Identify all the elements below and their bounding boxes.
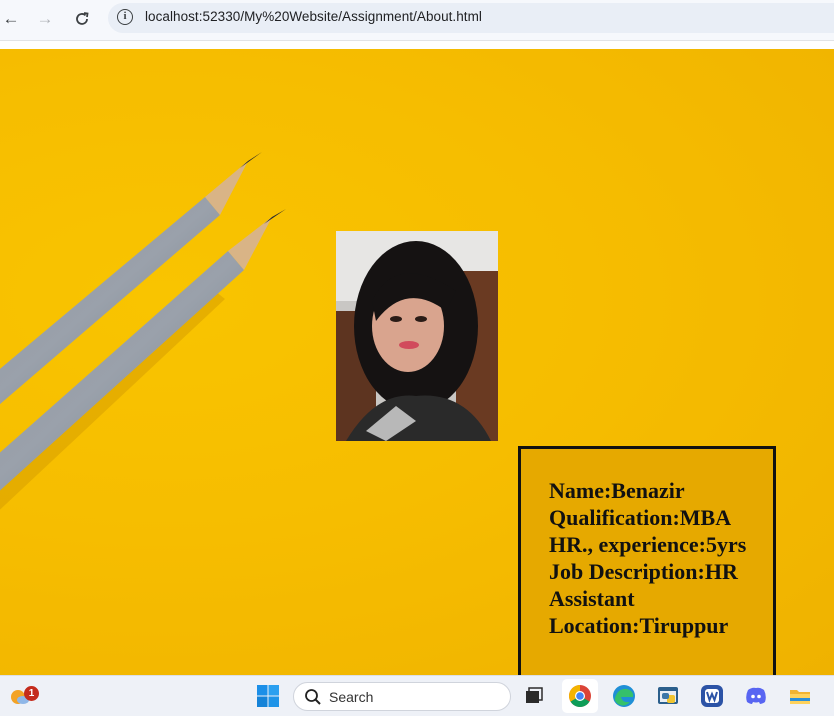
profile-photo (336, 231, 498, 441)
edge-icon (613, 685, 635, 707)
taskbar-search[interactable]: Search (293, 682, 511, 711)
reload-icon (76, 12, 89, 25)
chrome-icon (569, 685, 591, 707)
browser-toolbar: ← → i localhost:52330/My%20Website/Assig… (0, 0, 834, 41)
search-icon (305, 689, 321, 705)
python-idle-icon (658, 687, 678, 704)
discord-icon (746, 687, 766, 704)
edge-button[interactable] (610, 682, 638, 710)
url-text: localhost:52330/My%20Website/Assignment/… (145, 9, 482, 24)
file-explorer-icon (790, 690, 810, 704)
start-button[interactable] (254, 682, 282, 710)
arrow-left-icon: ← (2, 9, 20, 28)
taskbar: 1 Search (0, 675, 834, 716)
address-bar[interactable]: i localhost:52330/My%20Website/Assignmen… (108, 3, 834, 33)
pencils-illustration (0, 152, 286, 510)
reload-button[interactable] (71, 8, 93, 30)
discord-button[interactable] (742, 682, 770, 710)
back-button[interactable]: ← (0, 8, 22, 30)
arrow-right-icon: → (36, 9, 54, 28)
about-page: Name:Benazir Qualification:MBA HR., expe… (0, 49, 834, 675)
info-icon[interactable]: i (117, 9, 133, 25)
webex-button[interactable] (698, 682, 726, 710)
webex-icon (701, 685, 723, 707)
weather-widget[interactable]: 1 (6, 682, 39, 710)
task-view-button[interactable] (520, 682, 548, 710)
info-box: Name:Benazir Qualification:MBA HR., expe… (518, 446, 776, 675)
page-top-gap (0, 41, 834, 49)
task-view-icon (526, 687, 543, 703)
info-text: Name:Benazir Qualification:MBA HR., expe… (549, 478, 747, 638)
forward-button[interactable]: → (34, 8, 56, 30)
python-idle-button[interactable] (654, 682, 682, 710)
file-explorer-button[interactable] (786, 682, 814, 710)
start-icon (257, 685, 279, 707)
notification-badge: 1 (24, 686, 39, 701)
chrome-button[interactable] (566, 682, 594, 710)
search-placeholder: Search (329, 689, 374, 705)
